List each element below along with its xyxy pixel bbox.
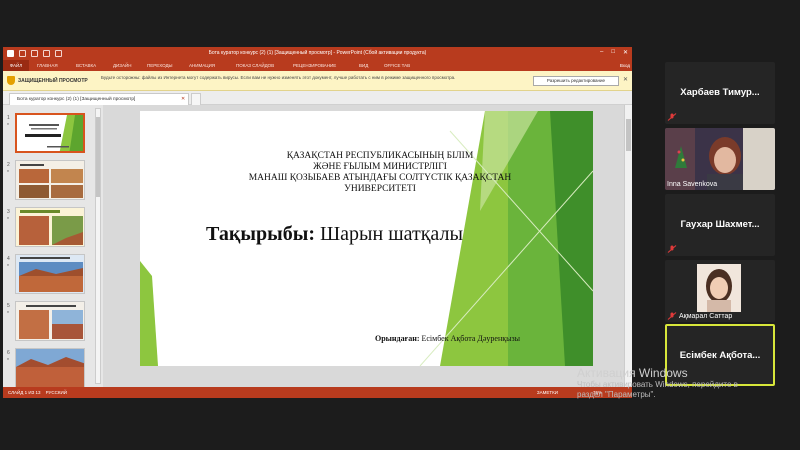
sign-in-link[interactable]: Вход bbox=[620, 63, 630, 68]
thumbnail-1-image bbox=[25, 115, 83, 151]
thumbnail-6-image bbox=[16, 349, 84, 387]
slide-number: 6 bbox=[7, 350, 10, 356]
animation-star-icon: * bbox=[7, 264, 9, 270]
current-slide[interactable]: ҚАЗАҚСТАН РЕСПУБЛИКАСЫНЫҢ БІЛІМ ЖӘНЕ ҒЫЛ… bbox=[140, 111, 593, 366]
slide-thumbnail-5[interactable] bbox=[15, 301, 85, 341]
window-controls: – □ ✕ bbox=[600, 49, 628, 56]
thumbnail-3-image bbox=[16, 208, 84, 246]
status-bar: СЛАЙД 1 ИЗ 13 РУССКИЙ ЗАМЕТКИ 76% bbox=[3, 387, 632, 398]
mic-muted-icon bbox=[667, 312, 677, 320]
animation-star-icon: * bbox=[7, 123, 9, 129]
mic-muted-icon bbox=[667, 113, 677, 121]
minimize-icon[interactable]: – bbox=[600, 49, 603, 56]
topic-label: Тақырыбы: bbox=[206, 223, 315, 245]
protected-view-message: Будьте осторожны: файлы из Интернета мог… bbox=[101, 75, 456, 80]
screen: Бота куратор конкурс (2) (1) [Защищенный… bbox=[0, 0, 800, 450]
shield-icon bbox=[7, 76, 15, 85]
document-tabs: Бота куратор конкурс (2) (1) [Защищенный… bbox=[3, 91, 632, 105]
org-line: УНИВЕРСИТЕТІ bbox=[344, 184, 416, 194]
animation-star-icon: * bbox=[7, 170, 9, 176]
thumbnail-2-image bbox=[16, 161, 84, 199]
close-infobar-icon[interactable]: ✕ bbox=[623, 76, 628, 83]
participant-name: Гаухар Шахмет... bbox=[680, 219, 760, 230]
slide-scrollbar[interactable] bbox=[624, 105, 632, 387]
maximize-icon[interactable]: □ bbox=[611, 49, 615, 56]
slide-author: Орындаған: Есімбек Ақбота Дәуренқызы bbox=[375, 334, 520, 343]
tab-animations[interactable]: АНИМАЦИЯ bbox=[189, 63, 215, 68]
tab-review[interactable]: РЕЦЕНЗИРОВАНИЕ bbox=[293, 63, 336, 68]
tab-document[interactable]: Бота куратор конкурс (2) (1) [Защищенный… bbox=[9, 93, 189, 105]
author-label: Орындаған: bbox=[375, 334, 420, 343]
tab-view[interactable]: ВИД bbox=[359, 63, 368, 68]
slide-thumbnail-4[interactable] bbox=[15, 254, 85, 294]
animation-star-icon: * bbox=[7, 358, 9, 364]
participant-name: Есімбек Ақбота... bbox=[679, 350, 761, 361]
organization-heading: ҚАЗАҚСТАН РЕСПУБЛИКАСЫНЫҢ БІЛІМ ЖӘНЕ ҒЫЛ… bbox=[240, 151, 520, 195]
slide-thumbnail-6[interactable] bbox=[15, 348, 85, 388]
tab-transitions[interactable]: ПЕРЕХОДЫ bbox=[147, 63, 173, 68]
slide-counter: СЛАЙД 1 ИЗ 13 bbox=[8, 390, 41, 395]
language-indicator[interactable]: РУССКИЙ bbox=[46, 390, 67, 395]
author-value: Есімбек Ақбота Дәуренқызы bbox=[421, 334, 521, 343]
title-bar: Бота куратор конкурс (2) (1) [Защищенный… bbox=[3, 47, 632, 60]
close-icon[interactable]: ✕ bbox=[623, 49, 628, 56]
watermark-line: Чтобы активировать Windows, перейдите в bbox=[577, 380, 738, 389]
participant-name: Харбаев Тимур... bbox=[680, 87, 760, 98]
tab-design[interactable]: ДИЗАЙН bbox=[113, 63, 132, 68]
thumbnail-4-image bbox=[16, 255, 84, 293]
watermark-title: Активация Windows bbox=[577, 366, 688, 380]
slide-thumbnail-2[interactable] bbox=[15, 160, 85, 200]
animation-star-icon: * bbox=[7, 217, 9, 223]
close-tab-icon[interactable]: ✕ bbox=[181, 94, 185, 105]
org-line: ЖӘНЕ ҒЫЛЫМ МИНИСТРЛІГІ bbox=[313, 162, 447, 172]
animation-star-icon: * bbox=[7, 311, 9, 317]
watermark-line: раздел "Параметры". bbox=[577, 390, 656, 399]
slide-number: 4 bbox=[7, 256, 10, 262]
slide-number: 5 bbox=[7, 303, 10, 309]
tab-office-tab[interactable]: OFFICE TAB bbox=[384, 63, 410, 68]
document-tab-label: Бота куратор конкурс (2) (1) [Защищенный… bbox=[17, 97, 136, 102]
thumbnails-scrollbar[interactable] bbox=[95, 108, 101, 384]
slide-topic: Тақырыбы: Шарын шатқалы bbox=[206, 223, 463, 246]
window-title: Бота куратор конкурс (2) (1) [Защищенный… bbox=[208, 50, 427, 56]
participant-tile[interactable]: Харбаев Тимур... bbox=[665, 62, 775, 124]
slide-number: 1 bbox=[7, 115, 10, 121]
thumbnail-5-image bbox=[16, 302, 84, 340]
org-line: МАНАШ ҚОЗЫБАЕВ АТЫНДАҒЫ СОЛТҮСТІК ҚАЗАҚС… bbox=[248, 173, 512, 183]
mic-muted-icon bbox=[667, 245, 677, 253]
status-left: СЛАЙД 1 ИЗ 13 РУССКИЙ bbox=[8, 390, 67, 395]
slide-thumbnail-1[interactable] bbox=[15, 113, 85, 153]
participant-tile[interactable]: Ақмарал Саттар bbox=[665, 260, 775, 322]
slide-number: 2 bbox=[7, 162, 10, 168]
participant-tile[interactable]: Inna Savenkova bbox=[665, 128, 775, 190]
org-line: ҚАЗАҚСТАН РЕСПУБЛИКАСЫНЫҢ БІЛІМ bbox=[286, 151, 474, 161]
new-tab-button[interactable] bbox=[191, 93, 201, 105]
tab-insert[interactable]: ВСТАВКА bbox=[76, 63, 96, 68]
participant-name: Inna Savenkova bbox=[667, 181, 718, 188]
powerpoint-window: Бота куратор конкурс (2) (1) [Защищенный… bbox=[3, 47, 632, 398]
slide-editor: ҚАЗАҚСТАН РЕСПУБЛИКАСЫНЫҢ БІЛІМ ЖӘНЕ ҒЫЛ… bbox=[103, 105, 632, 387]
participant-name: Ақмарал Саттар bbox=[679, 313, 733, 320]
slide-thumbnails-pane: 1 * 2 * 3 * 4 * 5 * 6 * bbox=[3, 105, 103, 388]
enable-editing-button[interactable]: Разрешить редактирование bbox=[533, 76, 619, 86]
participant-tile[interactable]: Гаухар Шахмет... bbox=[665, 194, 775, 256]
notes-button[interactable]: ЗАМЕТКИ bbox=[537, 390, 558, 395]
protected-view-bar: ЗАЩИЩЕННЫЙ ПРОСМОТР Будьте осторожны: фа… bbox=[3, 71, 632, 91]
slide-thumbnail-3[interactable] bbox=[15, 207, 85, 247]
slide-number: 3 bbox=[7, 209, 10, 215]
tab-slideshow[interactable]: ПОКАЗ СЛАЙДОВ bbox=[236, 63, 274, 68]
tab-file[interactable]: ФАЙЛ bbox=[3, 60, 29, 71]
ribbon-tabs: ФАЙЛ ГЛАВНАЯ ВСТАВКА ДИЗАЙН ПЕРЕХОДЫ АНИ… bbox=[3, 60, 632, 71]
topic-value: Шарын шатқалы bbox=[320, 223, 463, 245]
protected-view-label: ЗАЩИЩЕННЫЙ ПРОСМОТР bbox=[18, 78, 88, 84]
windows-activation-watermark: Активация Windows Чтобы активировать Win… bbox=[577, 366, 738, 400]
tab-home[interactable]: ГЛАВНАЯ bbox=[37, 63, 58, 68]
